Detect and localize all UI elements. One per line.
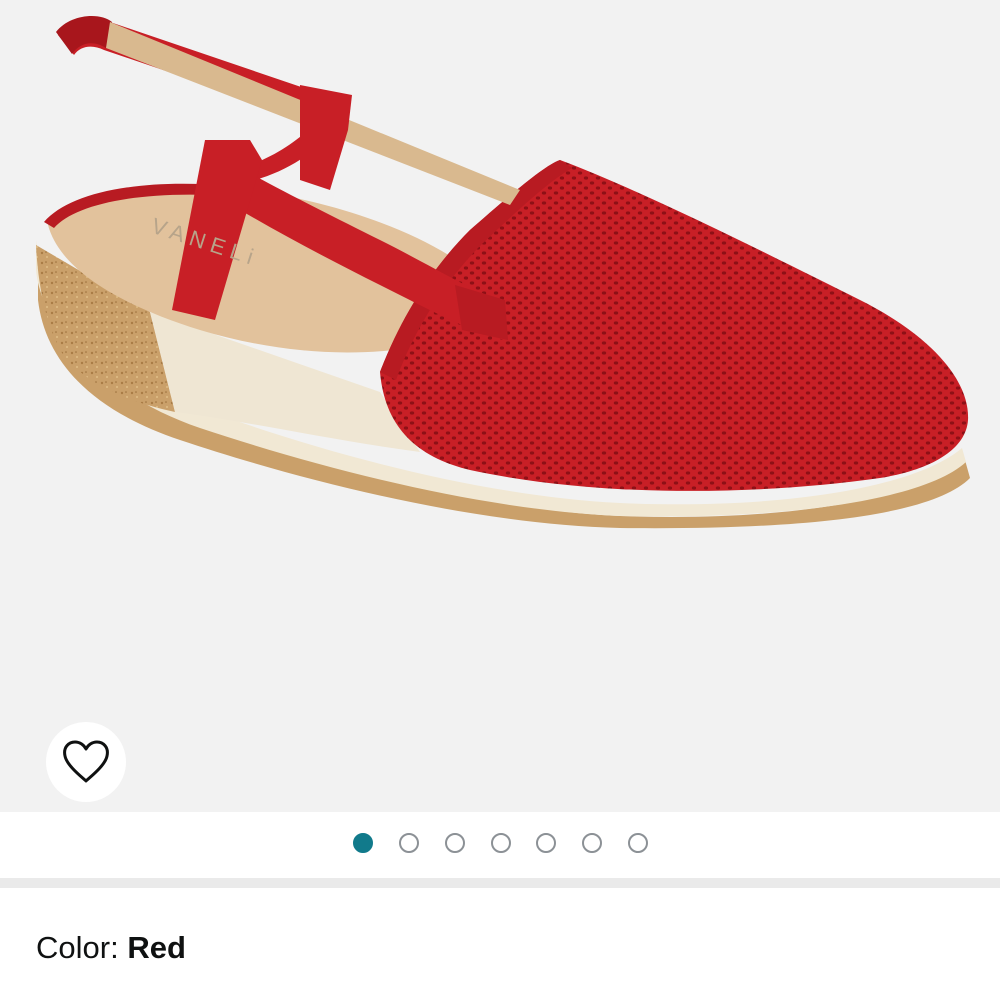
image-carousel-indicator <box>0 812 1000 878</box>
selected-color: Color: Red <box>36 930 186 966</box>
product-image[interactable]: VANELi <box>0 0 1000 812</box>
carousel-dot-2[interactable] <box>399 833 419 853</box>
heart-outline-icon <box>63 740 109 783</box>
carousel-dot-4[interactable] <box>491 833 511 853</box>
carousel-dot-5[interactable] <box>536 833 556 853</box>
section-divider <box>0 878 1000 888</box>
carousel-dot-6[interactable] <box>582 833 602 853</box>
carousel-dot-3[interactable] <box>445 833 465 853</box>
color-value: Red <box>127 930 186 965</box>
color-label: Color: <box>36 930 128 965</box>
product-image-gallery[interactable]: VANELi <box>0 0 1000 812</box>
carousel-dot-1[interactable] <box>353 833 373 853</box>
wishlist-button[interactable] <box>46 722 126 802</box>
carousel-dot-7[interactable] <box>628 833 648 853</box>
